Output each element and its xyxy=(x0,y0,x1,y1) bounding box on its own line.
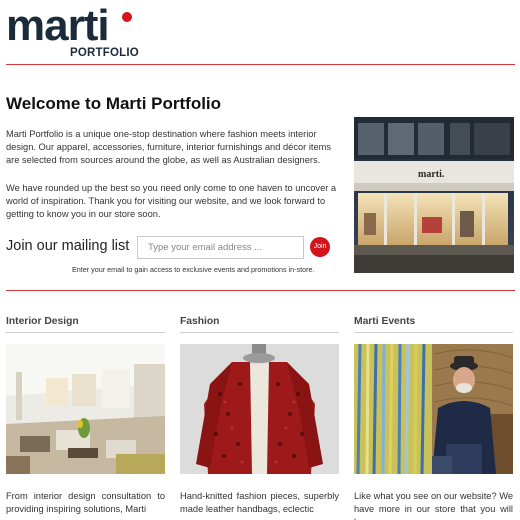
header-divider xyxy=(6,64,515,65)
logo-wordmark: marti xyxy=(6,1,110,50)
column-title[interactable]: Interior Design xyxy=(6,316,165,330)
events-photo[interactable] xyxy=(354,344,513,474)
column-title[interactable]: Fashion xyxy=(180,316,339,330)
site-header: marti PORTFOLIO xyxy=(0,0,520,64)
join-button[interactable]: Join xyxy=(310,237,330,257)
interior-design-column: Interior Design From interior design con… xyxy=(6,316,165,514)
logo-red-dot xyxy=(122,12,132,22)
section-divider xyxy=(6,290,515,291)
storefront-sign: marti. xyxy=(418,169,445,180)
column-title[interactable]: Marti Events xyxy=(354,316,513,330)
storefront-photo: marti. xyxy=(354,117,514,273)
intro-paragraph-1: Marti Portfolio is a unique one-stop des… xyxy=(6,129,332,165)
fashion-photo[interactable] xyxy=(180,344,339,474)
logo-subtitle: PORTFOLIO xyxy=(70,47,139,59)
column-text: Hand-knitted fashion pieces, superbly ma… xyxy=(180,491,339,514)
page-title: Welcome to Marti Portfolio xyxy=(6,94,222,113)
mailing-list-label: Join our mailing list xyxy=(6,238,130,254)
column-divider xyxy=(180,332,339,333)
fashion-column: Fashion Hand-knitted fashion pieces, sup… xyxy=(180,316,339,514)
email-input[interactable] xyxy=(137,236,304,259)
mailing-hint: Enter your email to gain access to exclu… xyxy=(72,265,315,274)
column-text: Like what you see on our website? We hav… xyxy=(354,491,514,520)
column-divider xyxy=(6,332,165,333)
column-divider xyxy=(354,332,513,333)
intro-paragraph-2: We have rounded up the best so you need … xyxy=(6,183,337,219)
column-text: From interior design consultation to pro… xyxy=(6,491,165,514)
marti-events-column: Marti Events Like what you see on our we… xyxy=(354,316,513,520)
interior-design-photo[interactable] xyxy=(6,344,165,474)
brand-logo[interactable]: marti PORTFOLIO xyxy=(6,1,139,60)
